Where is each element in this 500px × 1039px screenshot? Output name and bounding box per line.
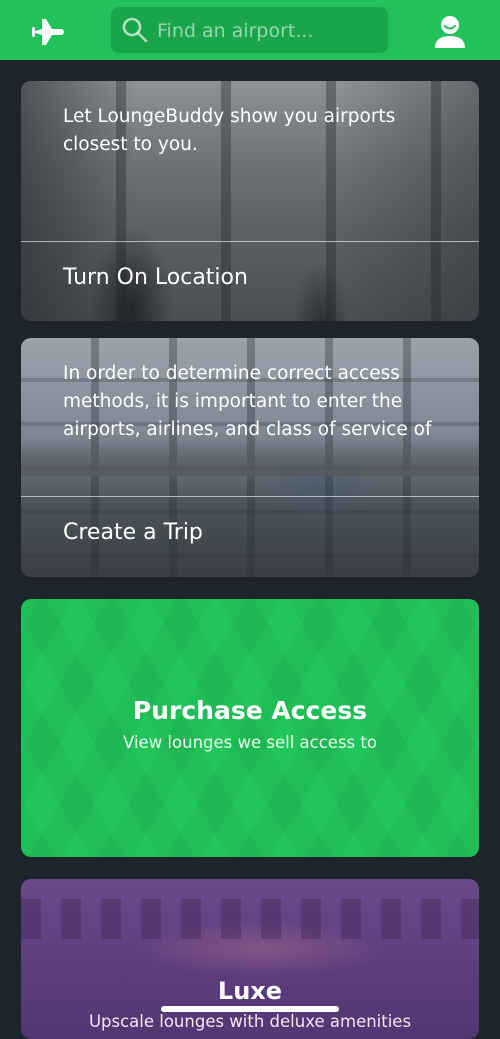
purchase-access-card[interactable]: Purchase Access View lounges we sell acc…	[21, 599, 479, 857]
search-field[interactable]	[111, 7, 388, 55]
top-bar	[0, 0, 500, 60]
trip-card: In order to determine correct access met…	[21, 338, 479, 577]
search-icon	[122, 17, 148, 43]
search-input[interactable]	[155, 7, 384, 55]
create-trip-button[interactable]: Create a Trip	[63, 520, 203, 545]
purchase-access-subtitle: View lounges we sell access to	[123, 733, 377, 752]
turn-on-location-button[interactable]: Turn On Location	[63, 265, 248, 290]
luxe-title: Luxe	[217, 977, 283, 1005]
airplane-icon[interactable]	[28, 12, 68, 52]
text-fade	[21, 440, 479, 476]
divider	[21, 496, 479, 497]
user-profile-icon[interactable]	[428, 10, 472, 54]
location-card: Let LoungeBuddy show you airports closes…	[21, 81, 479, 321]
home-indicator[interactable]	[161, 1006, 339, 1012]
divider	[21, 241, 479, 242]
luxe-card[interactable]: Luxe Upscale lounges with deluxe ameniti…	[21, 879, 479, 1039]
luxe-subtitle: Upscale lounges with deluxe amenities	[88, 1012, 412, 1031]
location-card-text: Let LoungeBuddy show you airports closes…	[63, 106, 396, 155]
purchase-access-title: Purchase Access	[132, 696, 368, 725]
